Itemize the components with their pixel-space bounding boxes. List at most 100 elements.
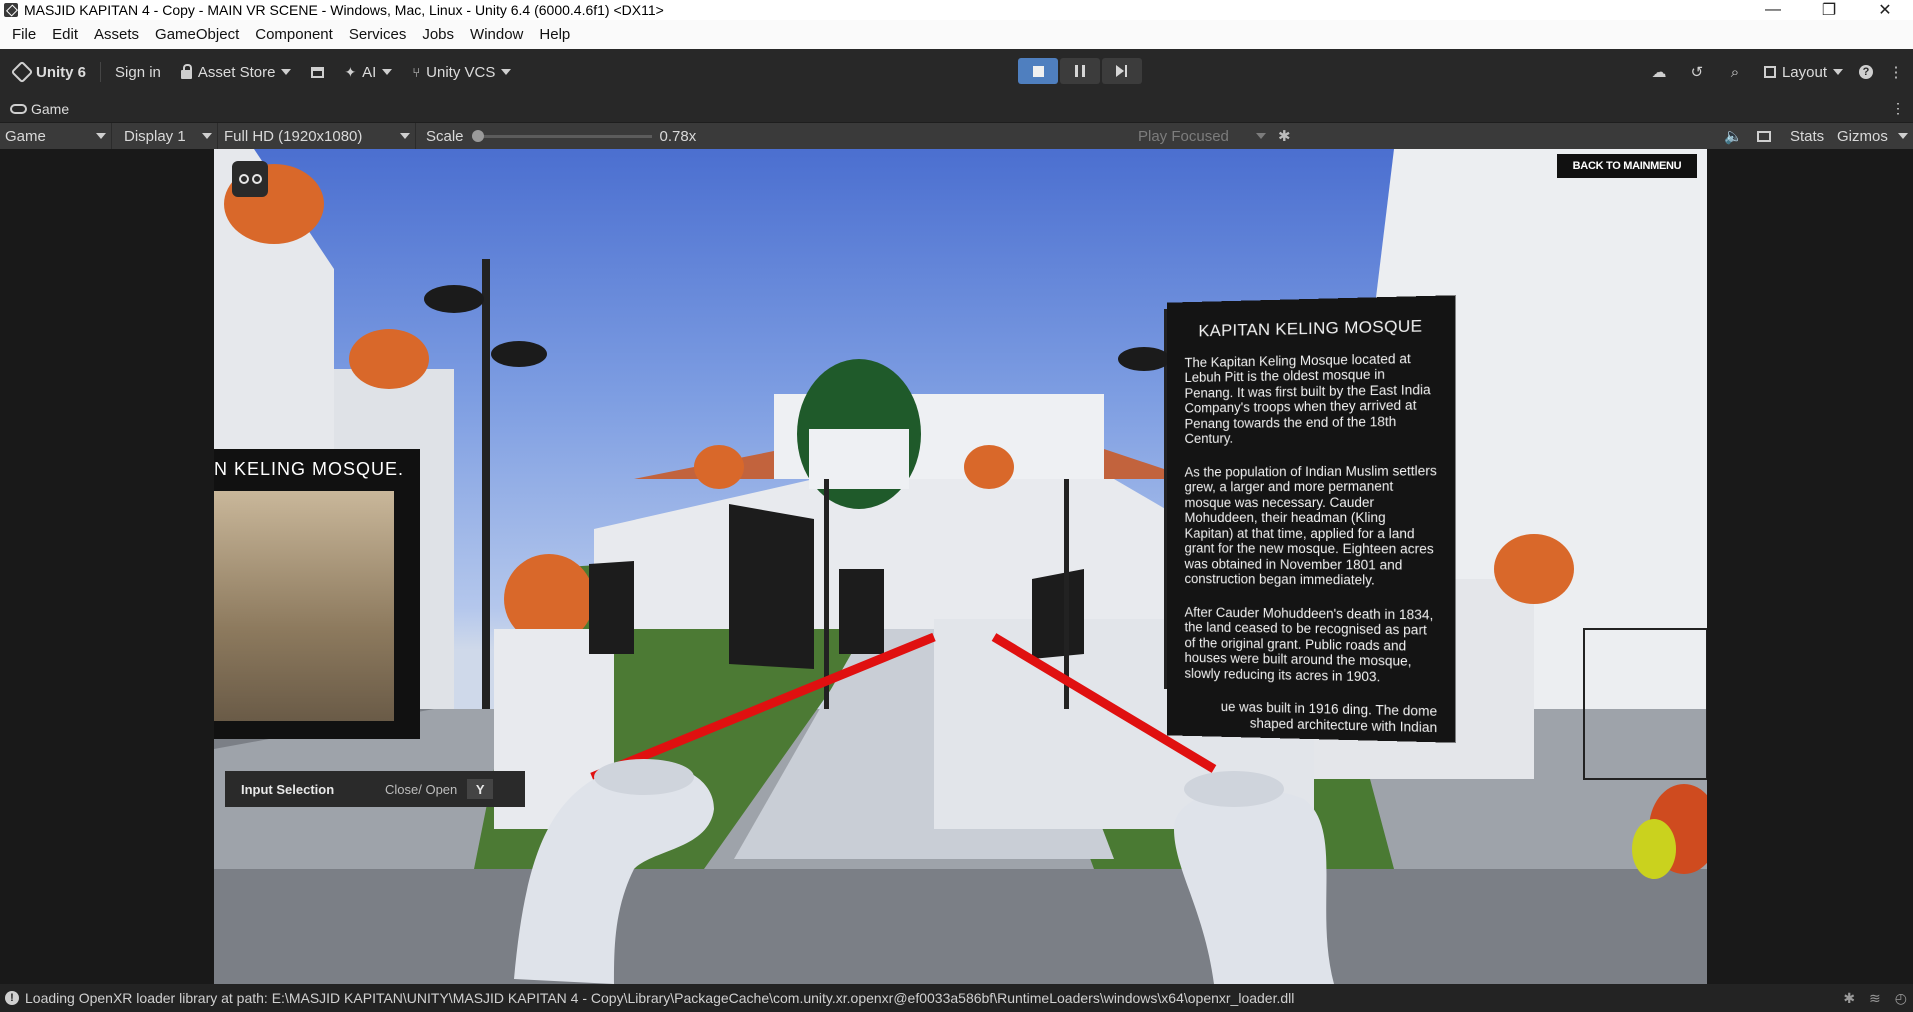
historic-photo bbox=[214, 491, 394, 721]
menu-help[interactable]: Help bbox=[531, 20, 578, 49]
gamepad-icon bbox=[10, 104, 27, 114]
info-paragraph-2: As the population of Indian Muslim settl… bbox=[1185, 463, 1438, 589]
menu-edit[interactable]: Edit bbox=[44, 20, 86, 49]
back-to-mainmenu-button[interactable]: BACK TO MAINMENU bbox=[1557, 154, 1697, 178]
layout-label: Layout bbox=[1782, 64, 1827, 81]
asset-store-button[interactable]: Asset Store bbox=[171, 58, 302, 86]
info-paragraph-3: After Cauder Mohuddeen's death in 1834, … bbox=[1185, 605, 1438, 686]
layers-icon[interactable]: ≋ bbox=[1869, 990, 1881, 1007]
ai-label: AI bbox=[362, 64, 376, 81]
toolbar-divider bbox=[100, 62, 101, 82]
game-viewport[interactable]: BACK TO MAINMENU N KELING MOSQUE. KAPITA… bbox=[0, 149, 1913, 984]
unity-version-label: Unity 6 bbox=[36, 64, 86, 81]
search-icon[interactable]: ⌕ bbox=[1726, 63, 1744, 81]
chevron-down-icon[interactable] bbox=[1898, 133, 1908, 139]
scale-slider[interactable] bbox=[472, 135, 652, 138]
info-icon: ! bbox=[5, 991, 19, 1005]
unity-vcs-label: Unity VCS bbox=[426, 64, 495, 81]
play-button[interactable] bbox=[1018, 58, 1058, 84]
cloud-icon[interactable]: ☁ bbox=[1650, 63, 1668, 81]
menu-assets[interactable]: Assets bbox=[86, 20, 147, 49]
tab-options-icon[interactable]: ⋮ bbox=[1891, 100, 1905, 117]
unity-vcs-button[interactable]: ⑂ Unity VCS bbox=[402, 58, 521, 86]
chevron-down-icon bbox=[501, 69, 511, 75]
input-selection-title: Input Selection bbox=[225, 782, 385, 797]
unity-app-icon bbox=[4, 3, 18, 17]
bug-icon[interactable]: ✱ bbox=[1278, 127, 1291, 145]
play-controls bbox=[1018, 58, 1142, 84]
chevron-down-icon bbox=[382, 69, 392, 75]
chevron-down-icon bbox=[96, 133, 106, 139]
history-icon[interactable]: ↺ bbox=[1688, 63, 1706, 81]
status-message[interactable]: Loading OpenXR loader library at path: E… bbox=[25, 990, 1294, 1006]
chevron-down-icon bbox=[400, 133, 410, 139]
bug-off-icon[interactable]: ✱ bbox=[1843, 990, 1855, 1007]
branch-icon: ⑂ bbox=[412, 65, 420, 80]
info-panel-title: KAPITAN KELING MOSQUE bbox=[1185, 316, 1438, 341]
gizmos-button[interactable]: Gizmos bbox=[1837, 128, 1888, 145]
chevron-down-icon bbox=[281, 69, 291, 75]
grid-icon[interactable] bbox=[1757, 131, 1771, 142]
close-button[interactable]: ✕ bbox=[1857, 0, 1913, 20]
pause-button[interactable] bbox=[1060, 58, 1100, 84]
asset-store-label: Asset Store bbox=[198, 64, 276, 81]
game-view-toolbar: Game Display 1 Full HD (1920x1080) Scale… bbox=[0, 123, 1913, 149]
status-icons: ✱ ≋ ◴ bbox=[1843, 990, 1907, 1007]
main-toolbar: Unity 6 Sign in Asset Store ✦ AI ⑂ Unity… bbox=[0, 49, 1913, 95]
resolution-dropdown[interactable]: Full HD (1920x1080) bbox=[218, 123, 416, 149]
scale-value: 0.78x bbox=[660, 128, 697, 145]
vr-headset-icon[interactable] bbox=[232, 161, 268, 197]
window-title: MASJID KAPITAN 4 - Copy - MAIN VR SCENE … bbox=[24, 2, 1745, 18]
input-selection-hint: Close/ Open bbox=[385, 782, 457, 797]
help-icon[interactable]: ? bbox=[1859, 65, 1873, 79]
game-tab-header: Game ⋮ bbox=[0, 95, 1913, 123]
unity-account-button[interactable]: Unity 6 bbox=[0, 58, 96, 86]
more-menu-icon[interactable]: ⋮ bbox=[1887, 63, 1905, 81]
menu-component[interactable]: Component bbox=[247, 20, 341, 49]
chevron-down-icon bbox=[1833, 69, 1843, 75]
play-focused-label: Play Focused bbox=[1138, 128, 1229, 145]
left-panel-title: N KELING MOSQUE. bbox=[214, 449, 420, 480]
layout-icon bbox=[1764, 66, 1776, 78]
play-focused-dropdown[interactable]: Play Focused bbox=[1133, 123, 1271, 149]
menu-services[interactable]: Services bbox=[341, 20, 415, 49]
menu-gameobject[interactable]: GameObject bbox=[147, 20, 247, 49]
archive-icon bbox=[311, 67, 324, 78]
stats-button[interactable]: Stats bbox=[1790, 128, 1824, 145]
key-y-badge: Y bbox=[467, 779, 493, 799]
activity-icon[interactable]: ◴ bbox=[1895, 990, 1907, 1007]
mosque-scene-illustration bbox=[214, 149, 1707, 984]
status-bar[interactable]: ! Loading OpenXR loader library at path:… bbox=[0, 984, 1913, 1012]
game-mode-dropdown[interactable]: Game bbox=[0, 123, 112, 149]
audio-icon[interactable]: 🔈 bbox=[1724, 127, 1743, 145]
package-manager-button[interactable] bbox=[301, 58, 334, 86]
scale-label: Scale bbox=[426, 128, 464, 145]
display-dropdown[interactable]: Display 1 bbox=[112, 123, 218, 149]
toolbar-right: ☁ ↺ ⌕ Layout ? ⋮ bbox=[1650, 49, 1913, 95]
scale-slider-knob[interactable] bbox=[472, 130, 484, 142]
minimize-button[interactable]: — bbox=[1745, 0, 1801, 20]
input-selection-bar[interactable]: Input Selection Close/ Open Y bbox=[225, 771, 525, 807]
pause-icon bbox=[1075, 65, 1085, 77]
maximize-button[interactable]: ❐ bbox=[1801, 0, 1857, 20]
menu-bar: File Edit Assets GameObject Component Se… bbox=[0, 20, 1913, 49]
step-button[interactable] bbox=[1102, 58, 1142, 84]
layout-dropdown[interactable]: Layout bbox=[1754, 58, 1853, 86]
menu-window[interactable]: Window bbox=[462, 20, 531, 49]
sparkle-icon: ✦ bbox=[344, 64, 356, 81]
info-paragraph-4: ue was built in 1916 ding. The dome shap… bbox=[1185, 699, 1438, 736]
menu-jobs[interactable]: Jobs bbox=[414, 20, 462, 49]
mosque-info-panel: KAPITAN KELING MOSQUE The Kapitan Keling… bbox=[1167, 295, 1455, 743]
tab-game[interactable]: Game bbox=[31, 101, 69, 117]
chevron-down-icon bbox=[1256, 133, 1266, 139]
step-icon bbox=[1116, 65, 1124, 77]
game-render-view[interactable]: BACK TO MAINMENU N KELING MOSQUE. KAPITA… bbox=[214, 149, 1707, 984]
left-info-panel: N KELING MOSQUE. bbox=[214, 449, 420, 739]
ai-button[interactable]: ✦ AI bbox=[334, 58, 402, 86]
info-paragraph-1: The Kapitan Keling Mosque located at Leb… bbox=[1185, 350, 1438, 447]
window-titlebar: MASJID KAPITAN 4 - Copy - MAIN VR SCENE … bbox=[0, 0, 1913, 20]
resolution-label: Full HD (1920x1080) bbox=[224, 128, 362, 145]
store-lock-icon bbox=[181, 70, 192, 79]
menu-file[interactable]: File bbox=[4, 20, 44, 49]
sign-in-button[interactable]: Sign in bbox=[105, 58, 171, 86]
